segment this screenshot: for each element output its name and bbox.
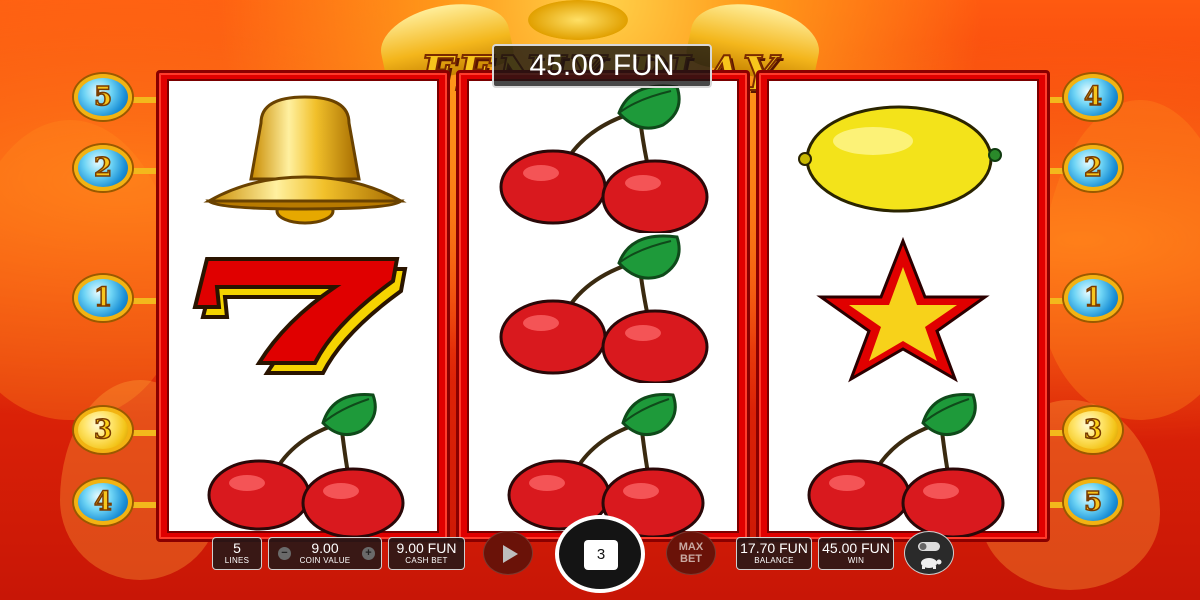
win-amount-display: 45.00 FUN (492, 44, 712, 88)
balance-display: 17.70 FUN BALANCE (736, 537, 812, 570)
autoplay-button[interactable]: 3 (555, 515, 645, 593)
bell-icon (169, 83, 437, 233)
reel-1 (167, 79, 439, 539)
payline-number: 2 (1083, 152, 1103, 184)
max-bet-label-line2: BET (680, 553, 702, 565)
payline-number: 1 (93, 282, 113, 314)
play-icon (503, 545, 518, 563)
cherries-icon (469, 233, 737, 385)
lines-value: 5 (233, 540, 241, 556)
win-display: 45.00 FUN WIN (818, 537, 894, 570)
slot-game: FENIX PLAY 5 2 1 3 4 4 2 1 (0, 0, 1200, 600)
payline-number: 2 (93, 152, 113, 184)
payline-number: 4 (93, 486, 113, 518)
reel-frame-2 (456, 70, 750, 542)
reel-2 (467, 79, 739, 539)
payline-number: 4 (1083, 81, 1103, 113)
coin-value-decrease-button[interactable]: − (278, 547, 291, 560)
win-value: 45.00 FUN (822, 540, 890, 556)
lines-selector[interactable]: 5 LINES (212, 537, 262, 570)
seven-icon (169, 233, 437, 383)
lemon-icon (769, 83, 1037, 233)
cherries-icon (769, 387, 1037, 539)
reel-3 (767, 79, 1039, 539)
reel-frame-3 (756, 70, 1050, 542)
cash-bet-value: 9.00 FUN (396, 540, 457, 556)
payline-number: 3 (93, 414, 113, 446)
payline-marker-left-3[interactable]: 1 (74, 275, 132, 321)
phoenix-head-icon (528, 0, 628, 40)
spin-button[interactable] (483, 531, 533, 575)
win-label: WIN (847, 556, 865, 565)
payline-number: 1 (1083, 282, 1103, 314)
cash-bet-label: CASH BET (405, 556, 448, 565)
balance-label: BALANCE (754, 556, 794, 565)
balance-value: 17.70 FUN (740, 540, 808, 556)
coin-value-stepper: − 9.00 COIN VALUE + (268, 537, 382, 570)
payline-marker-left-4[interactable]: 3 (74, 407, 132, 453)
coin-value-increase-button[interactable]: + (362, 547, 375, 560)
payline-marker-left-5[interactable]: 4 (74, 479, 132, 525)
cherries-icon (169, 387, 437, 539)
payline-number: 5 (1083, 486, 1103, 518)
payline-marker-left-2[interactable]: 2 (74, 145, 132, 191)
lines-label: LINES (224, 556, 250, 565)
payline-number: 3 (1083, 414, 1103, 446)
star-icon (769, 233, 1037, 383)
payline-marker-right-2[interactable]: 2 (1064, 145, 1122, 191)
turbo-toggle-button[interactable] (904, 531, 954, 575)
payline-number: 5 (93, 81, 113, 113)
cash-bet-display: 9.00 FUN CASH BET (388, 537, 465, 570)
turtle-toggle-icon (918, 542, 942, 569)
max-bet-label-line1: MAX (678, 541, 704, 553)
payline-marker-right-5[interactable]: 5 (1064, 479, 1122, 525)
payline-marker-right-4[interactable]: 3 (1064, 407, 1122, 453)
payline-marker-left-1[interactable]: 5 (74, 74, 132, 120)
cherries-icon (469, 83, 737, 235)
max-bet-button[interactable]: MAX BET (666, 531, 716, 575)
autoplay-count: 3 (584, 540, 618, 570)
payline-marker-right-3[interactable]: 1 (1064, 275, 1122, 321)
reel-frame-1 (156, 70, 450, 542)
payline-marker-right-1[interactable]: 4 (1064, 74, 1122, 120)
